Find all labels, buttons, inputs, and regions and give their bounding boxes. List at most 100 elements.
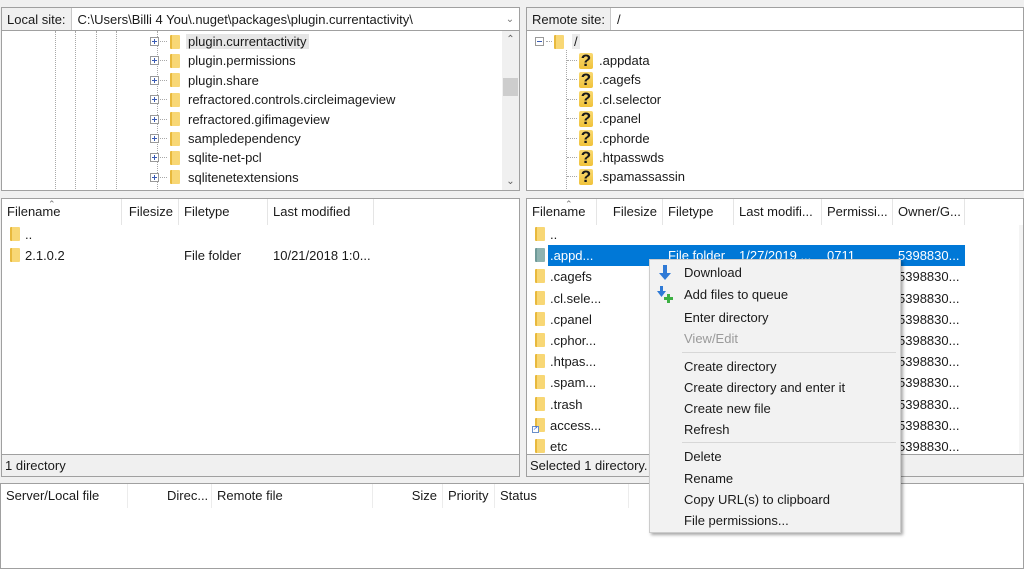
filename: 2.1.0.2 [25, 248, 65, 263]
column-header-filetype[interactable]: Filetype [663, 199, 734, 225]
tree-node[interactable]: refractored.gifimageview [150, 110, 330, 129]
column-header-direction[interactable]: Direc... [162, 484, 212, 508]
unknown-folder-icon: ? [579, 69, 593, 89]
menu-item-add-files-to-queue[interactable]: Add files to queue [650, 284, 900, 305]
column-header-owner-group[interactable]: Owner/G... [893, 199, 965, 225]
owner-group: 5398830... [898, 290, 960, 306]
menu-item-label: Refresh [684, 422, 730, 437]
tree-node[interactable]: plugin.currentactivity [150, 32, 309, 51]
tree-node[interactable]: sqlitenetextensions [150, 168, 299, 187]
tree-node[interactable]: refractored.controls.circleimageview [150, 90, 395, 109]
filename: .. [550, 227, 558, 242]
local-site-bar: Local site: C:\Users\Billi 4 You\.nuget\… [1, 7, 520, 31]
folder-icon [170, 112, 180, 127]
unknown-folder-icon: ? [579, 108, 593, 128]
scrollbar-thumb[interactable] [503, 78, 518, 96]
menu-item-enter-directory[interactable]: Enter directory [650, 307, 900, 328]
chevron-down-icon[interactable]: ⌄ [501, 14, 519, 25]
tree-node-label: .htpasswds [599, 150, 665, 165]
menu-item-refresh[interactable]: Refresh [650, 419, 900, 440]
tree-node-label: .cl.selector [599, 91, 662, 107]
filename: .trash [550, 396, 583, 412]
tree-node[interactable]: ? .cagefs [567, 70, 641, 89]
expand-icon[interactable] [150, 37, 159, 46]
expand-icon[interactable] [150, 134, 159, 143]
tree-node[interactable]: sqlite-net-pcl [150, 148, 262, 167]
expand-icon[interactable] [150, 153, 159, 163]
tree-node-label: refractored.controls.circleimageview [188, 92, 396, 108]
tree-node[interactable]: ? .cphorde [567, 129, 650, 148]
menu-item-rename[interactable]: Rename [650, 468, 900, 489]
column-header-filesize[interactable]: Filesize [597, 199, 663, 225]
folder-icon [535, 396, 545, 411]
tree-connector [160, 79, 167, 81]
scroll-down-icon[interactable]: ⌄ [502, 173, 519, 190]
menu-item-label: Create directory and enter it [684, 380, 846, 395]
menu-item-create-directory-and-enter-it[interactable]: Create directory and enter it [650, 377, 900, 398]
column-header-filetype[interactable]: Filetype [179, 199, 268, 225]
remote-list-scrollbar[interactable] [1019, 225, 1023, 454]
menu-item-label: Create new file [684, 401, 771, 416]
tree-guide-line [96, 31, 97, 190]
sort-ascending-icon: ⌃ [565, 199, 573, 209]
remote-path-input[interactable]: / [611, 12, 1023, 27]
menu-item-label: Rename [684, 471, 734, 486]
menu-item-copy-url-s-to-clipboard[interactable]: Copy URL(s) to clipboard [650, 489, 900, 510]
column-header-size[interactable]: Size [373, 484, 443, 508]
menu-item-create-new-file[interactable]: Create new file [650, 398, 900, 419]
filename: .cagefs [550, 269, 592, 285]
tree-node[interactable]: plugin.permissions [150, 51, 296, 70]
tree-node[interactable]: sampledependency [150, 129, 301, 148]
collapse-icon[interactable] [535, 37, 544, 46]
tree-node[interactable]: ? .cl.selector [567, 90, 661, 109]
owner-group: 5398830... [898, 375, 960, 391]
column-header-filename[interactable]: ⌃ Filename [2, 199, 122, 225]
column-header-last-modified[interactable]: Last modifi... [734, 199, 822, 225]
owner-group: 5398830... [898, 439, 960, 454]
menu-item-file-permissions[interactable]: File permissions... [650, 510, 900, 531]
column-header-permissions[interactable]: Permissi... [822, 199, 893, 225]
folder-icon [535, 290, 545, 305]
menu-item-delete[interactable]: Delete [650, 446, 900, 467]
list-item[interactable]: 2.1.0.2 File folder 10/21/2018 1:0... [2, 245, 519, 266]
tree-node[interactable]: plugin.share [150, 71, 259, 90]
local-file-list: ⌃ Filename Filesize Filetype Last modifi… [1, 198, 520, 455]
tree-node[interactable]: ? .spamassassin [567, 167, 685, 186]
column-header-filesize[interactable]: Filesize [122, 199, 179, 225]
tree-node-label: sqlite-net-pcl [188, 150, 262, 166]
menu-item-label: Create directory [684, 359, 777, 374]
menu-item-label: Enter directory [684, 310, 769, 325]
expand-icon[interactable] [150, 172, 159, 182]
expand-icon[interactable] [150, 95, 159, 105]
unknown-folder-icon: ? [579, 166, 593, 186]
column-header-remote-file[interactable]: Remote file [212, 484, 373, 508]
owner-group: 5398830... [898, 248, 960, 264]
expand-icon[interactable] [150, 114, 159, 124]
tree-node[interactable]: ? .htpasswds [567, 148, 664, 167]
tree-connector [567, 118, 577, 120]
tree-node-label: plugin.share [188, 72, 259, 88]
folder-icon [170, 92, 180, 107]
sort-ascending-icon: ⌃ [48, 199, 56, 209]
menu-item-create-directory[interactable]: Create directory [650, 356, 900, 377]
list-item[interactable]: .. [527, 224, 1023, 245]
filetype: File folder [184, 248, 242, 263]
tree-node-root[interactable]: / [535, 32, 580, 51]
expand-icon[interactable] [150, 56, 159, 66]
list-item[interactable]: .. [2, 224, 519, 245]
column-header-status[interactable]: Status [495, 484, 629, 508]
tree-node[interactable]: ? .appdata [567, 51, 650, 70]
local-directory-tree: plugin.currentactivity plugin.permissions… [1, 31, 520, 191]
menu-item-download[interactable]: Download [650, 262, 900, 283]
column-header-filename[interactable]: ⌃ Filename [527, 199, 597, 225]
tree-node[interactable]: ? .cpanel [567, 109, 641, 128]
column-header-last-modified[interactable]: Last modified [268, 199, 374, 225]
unknown-folder-icon: ? [579, 89, 593, 109]
local-tree-scrollbar[interactable]: ⌃ ⌄ [502, 31, 519, 190]
column-header-server-local-file[interactable]: Server/Local file [1, 484, 128, 508]
scroll-up-icon[interactable]: ⌃ [502, 31, 519, 48]
column-header-priority[interactable]: Priority [443, 484, 495, 508]
local-path-input[interactable]: C:\Users\Billi 4 You\.nuget\packages\plu… [72, 12, 501, 27]
menu-item-label: Add files to queue [684, 287, 789, 302]
expand-icon[interactable] [150, 75, 159, 85]
